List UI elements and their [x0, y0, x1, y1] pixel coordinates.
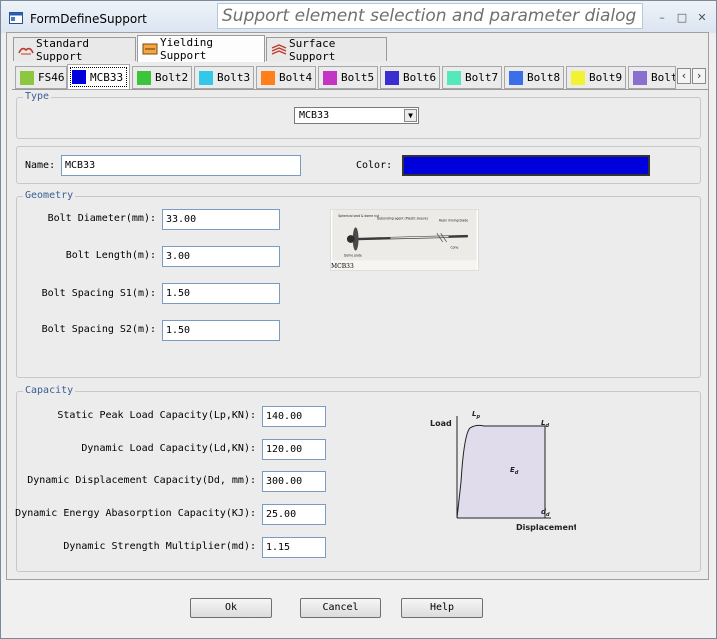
dynamic-energy-input[interactable]: 25.00 — [262, 504, 326, 525]
tab-bolt10-label: Bolt — [651, 71, 676, 84]
ld-subscript: d — [545, 423, 549, 429]
bolt2-color-swatch — [137, 70, 151, 85]
title-bar: FormDefineSupport Support element select… — [1, 1, 716, 33]
tab-bolt4-label: Bolt4 — [279, 71, 313, 84]
tab-bolt5-label: Bolt5 — [341, 71, 375, 84]
tab-surface-support[interactable]: Surface Support — [266, 36, 387, 63]
bolt10-color-swatch — [633, 70, 647, 85]
app-icon — [9, 12, 23, 24]
tab-bolt3-label: Bolt3 — [217, 71, 251, 84]
type-select[interactable]: MCB33 ▼ — [294, 107, 419, 124]
window-title: FormDefineSupport — [30, 12, 147, 26]
fs46-color-swatch — [20, 70, 34, 85]
dynamic-displacement-input[interactable]: 300.00 — [262, 471, 326, 492]
tab-standard-support[interactable]: Standard Support — [13, 36, 136, 63]
standard-support-icon — [18, 47, 34, 54]
dynamic-load-label: Dynamic Load Capacity(Ld,KN): — [81, 443, 256, 454]
bolt-spacing-s1-input[interactable]: 1.50 — [162, 283, 280, 304]
bolt-diameter-input[interactable]: 33.00 — [162, 209, 280, 230]
bolt-length-input[interactable]: 3.00 — [162, 246, 280, 267]
tab-bolt3[interactable]: Bolt3 — [194, 66, 254, 89]
displacement-axis-label: Displacement — [516, 523, 576, 532]
tab-scroll-left-icon[interactable]: ‹ — [677, 68, 691, 84]
debonding-agent-label: Debonding agent (Plastic sleeve) — [377, 217, 428, 221]
bolt-spacing-s2-label: Bolt Spacing S2(m): — [41, 324, 156, 335]
bolt7-color-swatch — [447, 70, 461, 85]
cone-label: Cone — [450, 246, 458, 250]
chevron-down-icon[interactable]: ▼ — [404, 109, 417, 122]
bolt6-color-swatch — [385, 70, 399, 85]
type-select-value: MCB33 — [299, 110, 330, 121]
dynamic-load-input[interactable]: 120.00 — [262, 439, 326, 460]
yielding-support-icon — [142, 43, 158, 55]
tab-bolt5[interactable]: Bolt5 — [318, 66, 378, 89]
geometry-group-title: Geometry — [23, 190, 76, 202]
tab-bolt8[interactable]: Bolt8 — [504, 66, 564, 89]
color-picker[interactable] — [402, 155, 650, 176]
bolt4-color-swatch — [261, 70, 275, 85]
mcb33-color-swatch — [72, 70, 86, 84]
tab-mcb33-label: MCB33 — [90, 70, 124, 84]
tab-bolt9[interactable]: Bolt9 — [566, 66, 626, 89]
bolt-photo: Spherical seat & dome nut Debonding agen… — [330, 209, 479, 271]
type-group-title: Type — [23, 91, 52, 103]
tab-bolt2-label: Bolt2 — [155, 71, 189, 84]
dialog-banner: Support element selection and parameter … — [217, 3, 643, 29]
tab-bolt4[interactable]: Bolt4 — [256, 66, 316, 89]
tab-fs46[interactable]: FS46 — [15, 66, 67, 89]
tab-bolt7[interactable]: Bolt7 — [442, 66, 502, 89]
tab-yielding-support[interactable]: Yielding Support — [137, 35, 265, 62]
tab-yielding-support-label: Yielding Support — [160, 36, 213, 62]
ed-subscript: d — [515, 470, 519, 476]
tab-bolt7-label: Bolt7 — [465, 71, 499, 84]
static-peak-load-input[interactable]: 140.00 — [262, 406, 326, 427]
load-axis-label: Load — [430, 419, 452, 428]
minimize-icon[interactable]: – — [655, 12, 669, 24]
dd-subscript: d — [546, 512, 550, 518]
resin-blade-label: Resin mixing blade — [439, 219, 468, 223]
bolt-diameter-label: Bolt Diameter(mm): — [47, 213, 156, 224]
bolt5-color-swatch — [323, 70, 337, 85]
ok-button[interactable]: Ok — [190, 598, 272, 618]
bolt-length-label: Bolt Length(m): — [65, 250, 156, 261]
bolt3-color-swatch — [199, 70, 213, 85]
tab-mcb33[interactable]: MCB33 — [67, 64, 130, 90]
dynamic-displacement-label: Dynamic Displacement Capacity(Dd, mm): — [27, 475, 256, 486]
capacity-group-title: Capacity — [23, 385, 76, 397]
tab-bolt6-label: Bolt6 — [403, 71, 437, 84]
cancel-button[interactable]: Cancel — [300, 598, 381, 618]
dome-plate-label: Dome plate — [344, 253, 362, 257]
bolt8-color-swatch — [509, 70, 523, 85]
load-displacement-diagram: Load Displacement Lp Ld Ed dd — [430, 410, 576, 532]
help-button[interactable]: Help — [401, 598, 483, 618]
bolt-photo-caption: MCB33 — [331, 263, 354, 270]
name-label: Name: — [25, 160, 56, 171]
tab-bolt6[interactable]: Bolt6 — [380, 66, 440, 89]
tab-bolt2[interactable]: Bolt2 — [132, 66, 192, 89]
tab-bolt10[interactable]: Bolt — [628, 66, 676, 89]
tab-surface-support-label: Surface Support — [289, 36, 336, 63]
dynamic-strength-multiplier-input[interactable]: 1.15 — [262, 537, 326, 558]
maximize-icon[interactable]: □ — [675, 12, 689, 24]
tab-standard-support-label: Standard Support — [36, 36, 89, 63]
name-input[interactable]: MCB33 — [61, 155, 301, 176]
bolt-spacing-s2-input[interactable]: 1.50 — [162, 320, 280, 341]
bolt-spacing-s1-label: Bolt Spacing S1(m): — [41, 288, 156, 299]
close-icon[interactable]: ✕ — [695, 12, 709, 24]
spherical-seat-label: Spherical seat & dome nut — [338, 214, 380, 218]
lp-subscript: p — [475, 414, 480, 420]
bolt9-color-swatch — [571, 70, 585, 85]
tab-scroll-right-icon[interactable]: › — [692, 68, 706, 84]
dynamic-energy-label: Dynamic Energy Abasorption Capacity(KJ): — [15, 508, 256, 519]
tab-fs46-label: FS46 — [38, 71, 65, 84]
svg-text:Lp: Lp — [472, 410, 480, 420]
dynamic-strength-multiplier-label: Dynamic Strength Multiplier(md): — [63, 541, 256, 552]
static-peak-load-label: Static Peak Load Capacity(Lp,KN): — [57, 410, 256, 421]
tab-bolt9-label: Bolt9 — [589, 71, 623, 84]
surface-support-icon — [271, 43, 287, 55]
tab-bolt8-label: Bolt8 — [527, 71, 561, 84]
color-label: Color: — [356, 160, 393, 171]
